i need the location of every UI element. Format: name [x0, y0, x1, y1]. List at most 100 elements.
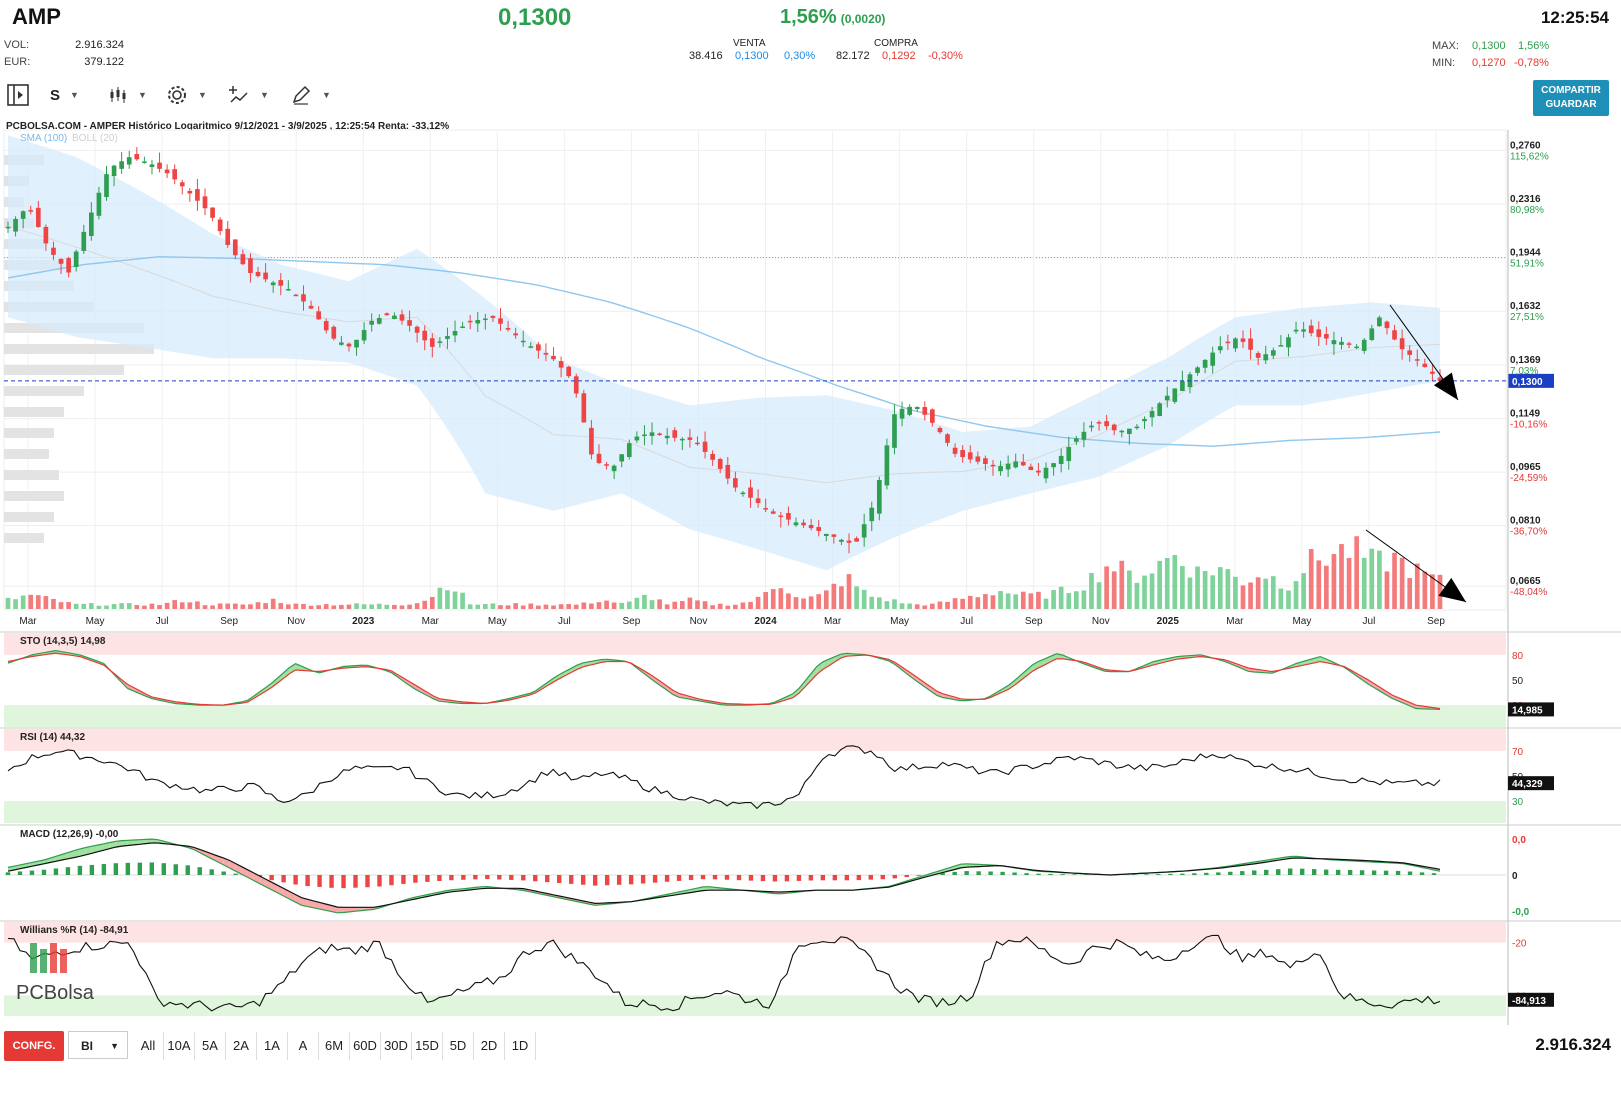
volume-bar [437, 587, 443, 609]
candle-body [407, 320, 412, 326]
macd-histogram-bar [281, 875, 286, 883]
range-button-2d[interactable]: 2D [474, 1032, 505, 1060]
x-tick-label: Sep [1025, 616, 1043, 627]
candle-body [429, 338, 435, 347]
macd-histogram-bar [509, 875, 514, 880]
rsi-overbought-zone [4, 729, 1506, 751]
volume-bar [1096, 582, 1102, 609]
candle-body [422, 330, 428, 341]
volume-bar [733, 604, 738, 609]
candle-body [1414, 359, 1420, 361]
volume-bar [89, 603, 94, 609]
candle-body [1422, 363, 1428, 368]
range-button-a[interactable]: A [288, 1032, 319, 1060]
chart-mode-select[interactable]: BI ▼ [68, 1031, 128, 1059]
macd-histogram-bar [521, 875, 526, 881]
period-select[interactable]: S ▼ [50, 82, 79, 108]
candle-body [339, 342, 344, 345]
volume-bar [1369, 548, 1375, 609]
volume-bar [81, 603, 87, 609]
candle-body [66, 258, 71, 273]
total-volume: 2.916.324 [1535, 1035, 1611, 1054]
chart-toolbar: S ▼ ▼ ▼ ▼ ▼ [0, 80, 1621, 110]
min-pct: -0,78% [1514, 57, 1549, 69]
volume-bar [642, 594, 647, 609]
macd-histogram-bar [377, 875, 382, 887]
candle-body [1384, 321, 1390, 329]
volume-bar [1361, 557, 1367, 609]
macd-histogram-bar [748, 875, 754, 881]
x-tick-label: May [890, 616, 909, 627]
volume-bar [1270, 576, 1276, 609]
macd-histogram-bar [533, 875, 538, 882]
candle-body [1361, 339, 1367, 351]
range-button-60d[interactable]: 60D [350, 1032, 381, 1060]
range-button-all[interactable]: All [133, 1032, 164, 1060]
candle-body [157, 162, 162, 169]
candle-body [475, 320, 481, 324]
settings-select[interactable]: ▼ [166, 82, 207, 108]
range-button-30d[interactable]: 30D [381, 1032, 412, 1060]
macd-histogram-bar [389, 875, 394, 886]
candle-body [558, 361, 564, 368]
volume-bar [1293, 581, 1299, 609]
macd-histogram-bar [820, 875, 826, 881]
range-button-15d[interactable]: 15D [412, 1032, 443, 1060]
volume-bar [232, 603, 238, 609]
drawing-tools-select[interactable]: ▼ [290, 82, 331, 108]
macd-histogram-bar [784, 875, 790, 882]
candle-body [164, 169, 170, 174]
candle-body [1339, 341, 1344, 345]
volume-bar [611, 602, 617, 609]
volume-bar [1210, 575, 1216, 609]
volume-bar [20, 595, 26, 609]
min-label: MIN: [1432, 57, 1456, 69]
volume-bar [672, 601, 678, 609]
range-button-5d[interactable]: 5D [443, 1032, 474, 1060]
macd-histogram-bar [1144, 874, 1149, 875]
volume-bar [482, 603, 488, 609]
chart-type-select[interactable]: ▼ [108, 82, 147, 108]
range-button-6m[interactable]: 6M [319, 1032, 350, 1060]
candle-body [823, 533, 829, 537]
range-button-1d[interactable]: 1D [505, 1032, 536, 1060]
candle-body [1020, 461, 1026, 466]
macd-histogram-bar [736, 875, 742, 881]
indicators-select[interactable]: ▼ [228, 82, 269, 108]
range-button-2a[interactable]: 2A [226, 1032, 257, 1060]
stock-chart[interactable]: 0,1300 0,2760115,62% 0,231680,98% 0,194451… [0, 115, 1621, 1025]
volume-bar [619, 602, 625, 609]
volume-bar [998, 591, 1003, 609]
rsi-line [7, 745, 1441, 810]
volume-bar [861, 589, 867, 609]
volume-bar [1339, 544, 1344, 609]
panel-toggle-button[interactable] [6, 82, 30, 108]
volume-bar [952, 598, 958, 609]
volume-bar [1111, 571, 1117, 609]
candle-body [172, 169, 178, 180]
macd-histogram-bar [1431, 873, 1437, 875]
volume-bar [1043, 598, 1049, 609]
sell-label: VENTA [733, 38, 766, 49]
range-button-1a[interactable]: 1A [257, 1032, 288, 1060]
candle-body [202, 196, 208, 209]
macd-histogram-bar [1264, 869, 1269, 875]
candle-body [240, 254, 246, 265]
profile-bar [4, 512, 54, 522]
x-tick-label: May [1292, 616, 1311, 627]
config-button[interactable]: CONFG. [4, 1031, 64, 1061]
range-button-5a[interactable]: 5A [195, 1032, 226, 1060]
volume-bar [369, 604, 375, 609]
volume-bar [1278, 588, 1284, 609]
macd-histogram-bar [1359, 870, 1365, 875]
macd-histogram-bar [796, 875, 802, 881]
candle-body [248, 258, 253, 274]
y-tick-pct: 115,62% [1510, 151, 1549, 162]
range-button-10a[interactable]: 10A [164, 1032, 195, 1060]
share-save-button[interactable]: COMPARTIR GUARDAR [1533, 80, 1609, 116]
macd-histogram-bar [640, 875, 646, 884]
oversold-zone [4, 705, 1506, 727]
candle-body [1051, 463, 1056, 468]
macd-histogram-bar [1419, 872, 1425, 875]
volume-bar [1066, 593, 1072, 609]
